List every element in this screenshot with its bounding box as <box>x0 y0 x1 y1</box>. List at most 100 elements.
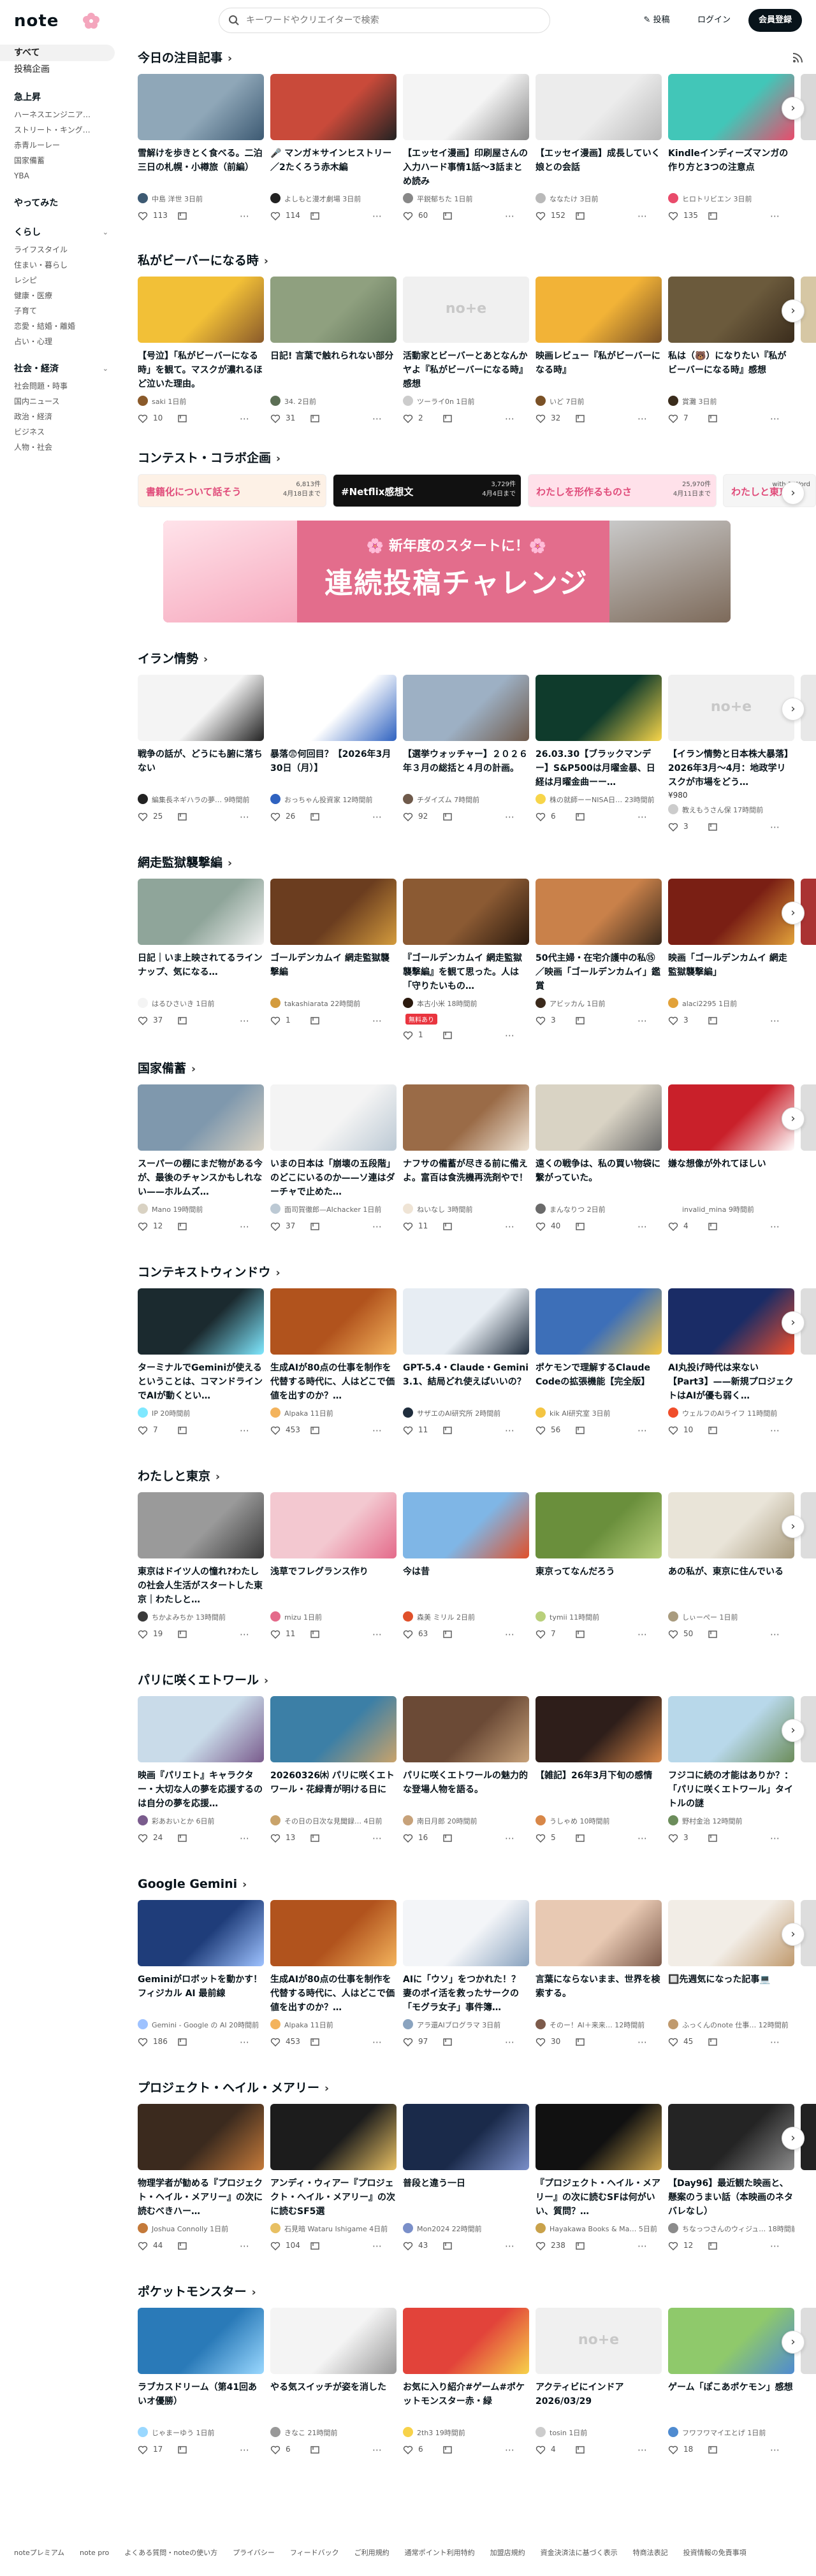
article-card[interactable]: 雪解けを歩きとく食べる。二泊三日の札幌・小樽旅（前編） 中島 洋世 3日前 113 ⋯ <box>138 74 264 223</box>
sidebar-subitem[interactable]: 恋愛・結婚・離婚 <box>0 319 127 334</box>
sidebar-subitem[interactable]: 赤青ルーレー <box>0 138 127 153</box>
article-card[interactable]: 『プロジェクト・ヘイル・メアリー』の次に読むSFは何がいい、質問？… Hayaka… <box>536 2104 662 2253</box>
heart-icon[interactable] <box>270 812 280 822</box>
carousel-next-button[interactable]: › <box>782 902 805 925</box>
author-time[interactable]: 編集長ネギハラの夢… 9時間前 <box>152 795 250 805</box>
article-card[interactable]: 普段と違う一日 Mon2024 22時間前 43 ⋯ <box>403 2104 529 2253</box>
more-options-icon[interactable]: ⋯ <box>770 2240 780 2252</box>
carousel-next-button[interactable]: › <box>782 1515 805 1538</box>
bookmark-icon[interactable] <box>708 211 718 221</box>
article-card[interactable]: AI丸投げ時代は来ない【Part3】——新規プロジェクトはAIが優も弱く… ウェル… <box>668 1288 794 1437</box>
article-title[interactable]: Geminiがロボットを動かす！フィジカル AI 最前線 <box>138 1973 264 2015</box>
article-card[interactable]: 物理学者が勧める『プロジェクト・ヘイル・メアリー』の次に読むべきハー… Joshu… <box>138 2104 264 2253</box>
avatar[interactable] <box>668 1407 678 1418</box>
author-time[interactable]: 面司賀徹郎—AIchacker 1日前 <box>284 1204 381 1214</box>
author-time[interactable]: よしもと漫才劇場 3日前 <box>284 194 361 204</box>
author-time[interactable]: ちなっつさんのウィジュ… 18時間前 <box>682 2224 794 2234</box>
heart-icon[interactable] <box>536 414 546 424</box>
more-options-icon[interactable]: ⋯ <box>638 413 647 424</box>
bookmark-icon[interactable] <box>177 2037 187 2047</box>
more-options-icon[interactable]: ⋯ <box>240 1629 249 1640</box>
section-title[interactable]: 網走監獄襲撃編 › <box>138 853 232 872</box>
author-time[interactable]: いど 7日前 <box>550 396 585 407</box>
article-title[interactable]: 東京はドイツ人の憧れ?わたしの社会人生活がスタートした東京｜わたしと… <box>138 1565 264 1607</box>
bookmark-icon[interactable] <box>442 1425 453 1436</box>
more-options-icon[interactable]: ⋯ <box>770 1832 780 1844</box>
author-time[interactable]: ヒロトリビエン 3日前 <box>682 194 752 204</box>
article-thumbnail[interactable] <box>536 277 662 343</box>
article-title[interactable]: 私は（🐻）になりたい『私がビーバーになる時』感想 <box>668 349 794 391</box>
article-card[interactable]: スーパーの棚にまだ物がある今が、最後のチャンスかもしれない——ホルムズ… Mano… <box>138 1084 264 1234</box>
heart-icon[interactable] <box>668 1425 678 1436</box>
bookmark-icon[interactable] <box>442 1221 453 1232</box>
avatar[interactable] <box>668 2019 678 2029</box>
more-options-icon[interactable]: ⋯ <box>770 1015 780 1026</box>
article-title[interactable]: 東京ってなんだろう <box>536 1565 662 1607</box>
author-time[interactable]: じゃまーゆう 1日前 <box>152 2428 215 2438</box>
more-options-icon[interactable]: ⋯ <box>505 811 514 823</box>
author-time[interactable]: 2th3 19時間前 <box>417 2428 465 2438</box>
article-thumbnail[interactable] <box>536 675 662 741</box>
more-options-icon[interactable]: ⋯ <box>372 1221 382 1232</box>
more-options-icon[interactable]: ⋯ <box>240 413 249 424</box>
avatar[interactable] <box>270 2223 280 2233</box>
article-thumbnail[interactable] <box>403 1492 529 1558</box>
more-options-icon[interactable]: ⋯ <box>770 2036 780 2048</box>
avatar[interactable] <box>270 1815 280 1825</box>
heart-icon[interactable] <box>270 1833 280 1843</box>
author-time[interactable]: mizu 1日前 <box>284 1612 322 1622</box>
bookmark-icon[interactable] <box>442 2037 453 2047</box>
avatar[interactable] <box>668 2223 678 2233</box>
article-thumbnail[interactable] <box>403 879 529 945</box>
heart-icon[interactable] <box>403 1425 413 1436</box>
bookmark-icon[interactable] <box>708 1016 718 1026</box>
article-thumbnail[interactable] <box>403 1084 529 1151</box>
bookmark-icon[interactable] <box>177 211 187 221</box>
article-card[interactable]: 【エッセイ漫画】印刷屋さんの入力ハード事情1話〜3話まとめ読み 平鋭郁ちた 1日前… <box>403 74 529 223</box>
campaign-hero-banner[interactable]: 🌸 新年度のスタートに！🌸 連続投稿チャレンジ <box>163 521 731 622</box>
article-card[interactable]: no+e 【イラン情勢と日本株大暴落】2026年3月〜4月：地政学リスクが市場をど… <box>668 675 794 834</box>
sidebar-subitem[interactable]: 政治・経済 <box>0 409 127 424</box>
search-box[interactable] <box>219 8 550 33</box>
article-card[interactable]: 日記｜いま上映されてるラインナップ、気になる… はるひさいき 1日前 37 ⋯ <box>138 879 264 1028</box>
article-card[interactable]: 【雑記】26年3月下旬の感情 うしゃめ 10時間前 5 ⋯ <box>536 1696 662 1845</box>
article-card[interactable]: 🔲先週気になった記事💻 ふっくんのnote 仕事… 12時間前 45 ⋯ <box>668 1900 794 2049</box>
article-title[interactable]: Kindleインディーズマンガの作り方と3つの注意点 <box>668 147 794 189</box>
author-time[interactable]: アラ還AIブログラマ 3日前 <box>417 2020 500 2030</box>
heart-icon[interactable] <box>270 2241 280 2251</box>
article-card[interactable]: 映画レビュー『私がビーバーになる時』 いど 7日前 32 ⋯ <box>536 277 662 426</box>
section-title[interactable]: コンテキストウィンドウ › <box>138 1263 280 1282</box>
author-time[interactable]: おっちゃん投資家 12時間前 <box>284 795 373 805</box>
sidebar-group-heading[interactable]: 急上昇 <box>0 88 127 107</box>
article-title[interactable]: 日記｜いま上映されてるラインナップ、気になる… <box>138 951 264 993</box>
article-title[interactable]: 【Day96】最近観た映画と、懸案のうまい話（本映画のネタバレなし） <box>668 2177 794 2219</box>
more-options-icon[interactable]: ⋯ <box>770 1221 780 1232</box>
more-options-icon[interactable]: ⋯ <box>638 1425 647 1436</box>
article-title[interactable]: フジコに続の才能はありか？：「パリに咲くエトワール」タイトルの謎 <box>668 1769 794 1811</box>
article-card[interactable]: no+e 活動家とビーバーとあとなんかヤよ『私がビーバーになる時』感想 ツーライ0n… <box>403 277 529 426</box>
bookmark-icon[interactable] <box>442 414 453 424</box>
bookmark-icon[interactable] <box>310 1425 320 1436</box>
contest-banner[interactable]: わたしを形作るものさ 25,970件 4月11日まで <box>528 474 717 507</box>
more-options-icon[interactable]: ⋯ <box>372 2036 382 2048</box>
article-title[interactable]: 映画「ゴールデンカムイ 網走監獄襲撃編」 <box>668 951 794 993</box>
author-time[interactable]: フワフワマイエとげ 1日前 <box>682 2428 766 2438</box>
article-card[interactable]: アンディ・ウィアー『プロジェクト・ヘイル・メアリー』の次に読むSF5選 石見暗 W… <box>270 2104 397 2253</box>
article-card[interactable]: 戦争の話が、どうにも腑に落ちない 編集長ネギハラの夢… 9時間前 25 ⋯ <box>138 675 264 824</box>
article-thumbnail[interactable] <box>138 1696 264 1762</box>
author-time[interactable]: invalid_mina 9時間前 <box>682 1204 754 1214</box>
heart-icon[interactable] <box>138 1016 148 1026</box>
more-options-icon[interactable]: ⋯ <box>372 1015 382 1026</box>
bookmark-icon[interactable] <box>708 1833 718 1843</box>
heart-icon[interactable] <box>668 2241 678 2251</box>
avatar[interactable] <box>403 193 413 203</box>
article-thumbnail[interactable] <box>668 1084 794 1151</box>
article-title[interactable]: GPT-5.4・Claude・Gemini 3.1、結局どれ使えばいいの？ <box>403 1361 529 1403</box>
article-card[interactable]: 東京ってなんだろう tymii 11時間前 7 ⋯ <box>536 1492 662 1641</box>
author-time[interactable]: takashiarata 22時間前 <box>284 998 360 1009</box>
avatar[interactable] <box>536 396 546 406</box>
article-thumbnail[interactable] <box>403 2104 529 2170</box>
sidebar-group-heading[interactable]: くらし ⌄ <box>0 223 127 242</box>
avatar[interactable] <box>668 804 678 814</box>
bookmark-icon[interactable] <box>575 1016 585 1026</box>
